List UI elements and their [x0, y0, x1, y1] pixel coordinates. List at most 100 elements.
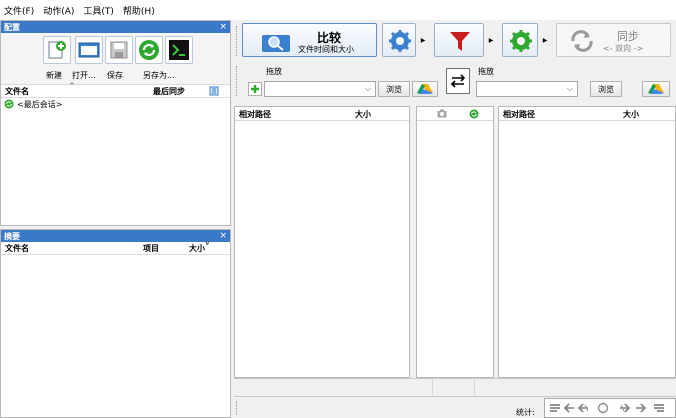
equal-icon	[597, 402, 609, 414]
sync-label: 同步	[617, 30, 639, 43]
swap-sides-button[interactable]	[446, 68, 470, 94]
compare-settings-button[interactable]	[382, 23, 416, 57]
save-config-button[interactable]	[105, 36, 133, 64]
summary-list-header: 文件名 项目 大小 v	[1, 239, 230, 255]
left-browse-button[interactable]: 浏览	[378, 81, 410, 97]
left-folder-input[interactable]: ⌵	[264, 81, 376, 97]
col-right-relative-path[interactable]: 相对路径	[503, 109, 535, 120]
menu-file[interactable]: 文件(F)	[4, 4, 34, 17]
stats-icons	[544, 398, 676, 418]
right-drop-label: 拖放	[478, 67, 494, 76]
status-divider	[474, 379, 475, 396]
left-cloud-button[interactable]	[412, 81, 438, 97]
middle-action-grid[interactable]	[416, 106, 494, 378]
col-summary-items[interactable]: 项目	[143, 243, 159, 254]
refresh-button[interactable]	[135, 36, 163, 64]
sync-button[interactable]: 同步 <- 双向 ->	[556, 23, 671, 57]
col-filename[interactable]: 文件名	[5, 86, 29, 97]
save-config-label: 保存	[107, 71, 123, 80]
col-summary-size[interactable]: 大小	[189, 243, 205, 254]
left-grid-header: 相对路径 大小	[235, 107, 409, 121]
summary-panel-close-icon[interactable]: ×	[219, 231, 230, 241]
config-panel-close-icon[interactable]: ×	[219, 22, 230, 32]
config-toolbar: 新建 打开... 保存 另存为...	[1, 33, 230, 85]
left-folder-row: 拖放 ⌵ 浏览	[234, 62, 440, 104]
update-right-icon	[636, 403, 647, 413]
gear-icon	[389, 30, 411, 52]
right-cloud-button[interactable]	[642, 81, 670, 97]
status-bar	[234, 378, 676, 396]
sync-session-icon	[4, 99, 14, 109]
sync-settings-dropdown[interactable]: ▶	[540, 23, 550, 57]
left-drop-label: 拖放	[266, 67, 282, 76]
new-config-label: 新建	[46, 71, 62, 80]
toolbar-grip	[236, 26, 238, 56]
right-file-grid[interactable]: 相对路径 大小	[498, 106, 676, 378]
new-config-icon	[48, 41, 66, 59]
sync-settings-button[interactable]	[502, 23, 538, 57]
compare-magnifier-icon	[262, 35, 290, 52]
right-grid-header: 相对路径 大小	[499, 107, 675, 121]
menu-action[interactable]: 动作(A)	[43, 4, 74, 17]
sort-desc-icon: v	[205, 239, 210, 247]
sync-arrows-icon	[571, 30, 593, 52]
stats-grip	[236, 401, 238, 415]
update-left-icon	[563, 403, 574, 413]
col-left-size[interactable]: 大小	[355, 109, 371, 120]
menu-help[interactable]: 帮助(H)	[123, 4, 155, 17]
camera-icon[interactable]	[437, 109, 447, 120]
column-chooser-icon[interactable]	[209, 86, 219, 98]
refresh-icon	[139, 40, 159, 60]
left-file-grid[interactable]: 相对路径 大小	[234, 106, 410, 378]
config-panel: 配置 × 新建 打开... 保存 另存为... 文件名 ^ 最后同步 <最后会话…	[0, 20, 231, 226]
filter-funnel-icon	[450, 32, 470, 51]
add-folder-pair-button[interactable]	[248, 82, 262, 96]
chevron-down-icon[interactable]: ⌵	[365, 84, 371, 94]
create-left-icon	[550, 404, 560, 412]
col-summary-filename[interactable]: 文件名	[5, 243, 29, 254]
col-last-sync[interactable]: 最后同步	[153, 86, 185, 97]
col-left-relative-path[interactable]: 相对路径	[239, 109, 271, 120]
open-config-label: 打开...	[72, 71, 96, 80]
col-right-size[interactable]: 大小	[623, 109, 639, 120]
new-config-button[interactable]	[43, 36, 71, 64]
config-list-header: 文件名 ^ 最后同步	[1, 82, 230, 98]
save-as-config-label: 另存为...	[143, 71, 175, 80]
plus-icon	[251, 85, 259, 93]
status-divider	[432, 379, 433, 396]
gear-green-icon	[510, 30, 532, 52]
swap-arrows-icon	[450, 74, 466, 88]
right-browse-button[interactable]: 浏览	[590, 81, 622, 97]
statistics-bar: 统计:	[234, 396, 676, 418]
cloud-drive-icon	[648, 84, 664, 94]
middle-grid-header	[417, 107, 493, 121]
filter-button[interactable]	[434, 23, 484, 57]
summary-panel-title: 摘要 ×	[1, 230, 230, 242]
main-toolbar: 比较 文件时间和大小 ▶ ▶ ▶ 同步 <- 双向 ->	[234, 20, 676, 62]
cloud-drive-icon	[417, 84, 433, 94]
delete-left-icon	[577, 403, 589, 413]
summary-panel: 摘要 × 文件名 项目 大小 v	[0, 229, 231, 418]
menu-tools[interactable]: 工具(T)	[83, 4, 114, 17]
right-folder-input[interactable]: ⌵	[476, 81, 578, 97]
sort-indicator-icon: ^	[69, 82, 75, 90]
sync-action-icon[interactable]	[469, 109, 479, 121]
sync-direction: <- 双向 ->	[603, 44, 644, 53]
open-config-icon	[78, 42, 100, 58]
console-button[interactable]	[165, 36, 193, 64]
create-right-icon	[654, 404, 664, 412]
chevron-down-icon[interactable]: ⌵	[567, 84, 573, 94]
list-item[interactable]: <最后会话>	[1, 98, 230, 110]
session-label: <最后会话>	[17, 99, 63, 109]
compare-button[interactable]: 比较 文件时间和大小	[242, 23, 377, 57]
terminal-icon	[169, 40, 189, 60]
filter-dropdown[interactable]: ▶	[486, 23, 496, 57]
open-config-button[interactable]	[75, 36, 103, 64]
right-folder-row: 拖放 ⌵ 浏览	[474, 62, 676, 104]
save-icon	[110, 41, 128, 59]
compare-settings-dropdown[interactable]: ▶	[418, 23, 428, 57]
menu-bar: 文件(F) 动作(A) 工具(T) 帮助(H)	[0, 0, 676, 20]
config-panel-title: 配置 ×	[1, 21, 230, 33]
stats-label: 统计:	[516, 408, 535, 417]
left-row-grip	[236, 66, 238, 96]
